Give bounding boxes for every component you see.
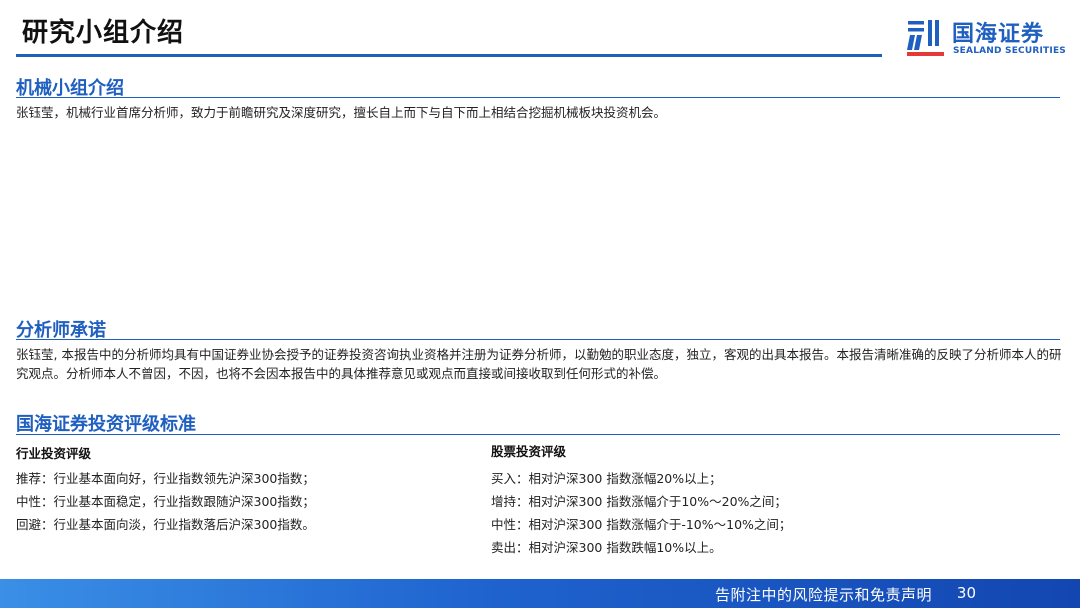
list-item: 中性：行业基本面稳定，行业指数跟随沪深300指数； xyxy=(16,494,315,509)
list-item: 回避：行业基本面向淡，行业指数落后沪深300指数。 xyxy=(16,517,315,532)
commitment-text: 张钰莹, 本报告中的分析师均具有中国证券业协会授予的证券投资咨询执业资格并注册为… xyxy=(16,347,1062,381)
list-item: 增持：相对沪深300 指数涨幅介于10%～20%之间； xyxy=(491,494,787,509)
footer-bar: 告附注中的风险提示和免责声明 30 xyxy=(0,579,1080,608)
team-divider xyxy=(16,97,1060,98)
list-item: 卖出：相对沪深300 指数跌幅10%以上。 xyxy=(491,540,722,555)
rating-divider xyxy=(16,434,1060,435)
sealand-logo: 国海证券 SEALAND SECURITIES xyxy=(906,16,1066,62)
commitment-divider xyxy=(16,339,1060,340)
sealand-logo-icon xyxy=(907,20,944,56)
footer-disclaimer-text: 告附注中的风险提示和免责声明 xyxy=(714,586,932,604)
team-description: 张钰莹，机械行业首席分析师，致力于前瞻研究及深度研究，擅长自上而下与自下而上相结… xyxy=(16,105,667,120)
logo-chinese-name: 国海证券 xyxy=(952,22,1045,47)
list-item: 推荐：行业基本面向好，行业指数领先沪深300指数； xyxy=(16,471,315,486)
logo-english-name: SEALAND SECURITIES xyxy=(953,46,1066,56)
page-title: 研究小组介绍 xyxy=(22,18,185,48)
title-divider xyxy=(16,54,882,57)
stock-rating-list: 买入：相对沪深300 指数涨幅20%以上； 增持：相对沪深300 指数涨幅介于1… xyxy=(491,467,791,559)
industry-rating-title: 行业投资评级 xyxy=(16,446,92,461)
page-number: 30 xyxy=(956,584,976,602)
list-item: 中性：相对沪深300 指数涨幅介于-10%～10%之间； xyxy=(491,517,792,532)
stock-rating-title: 股票投资评级 xyxy=(491,444,567,459)
list-item: 买入：相对沪深300 指数涨幅20%以上； xyxy=(491,471,722,486)
industry-rating-list: 推荐：行业基本面向好，行业指数领先沪深300指数； 中性：行业基本面稳定，行业指… xyxy=(16,467,315,536)
rating-heading: 国海证券投资评级标准 xyxy=(16,414,196,435)
